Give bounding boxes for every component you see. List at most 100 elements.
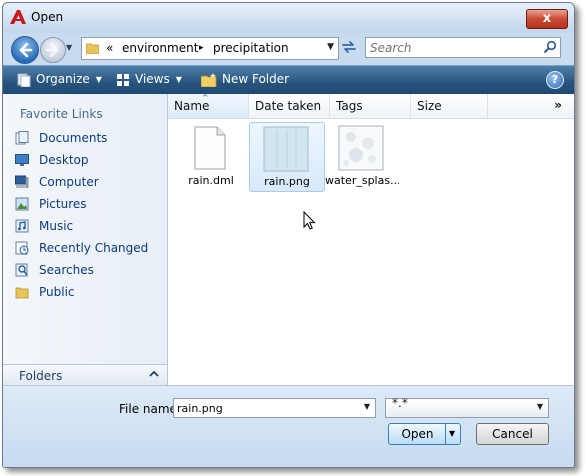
documents-icon <box>15 131 29 145</box>
file-name-combobox[interactable]: ▼ <box>173 398 376 418</box>
sidebar-item-searches[interactable]: Searches <box>15 261 165 281</box>
column-date-taken-label: Date taken <box>255 99 322 113</box>
navigation-pane: Favorite Links Documents Desktop Compute… <box>3 94 168 385</box>
close-icon: x <box>542 11 552 26</box>
file-type-dropdown-icon[interactable]: ▼ <box>537 402 543 411</box>
sidebar-item-music[interactable]: Music <box>15 217 165 237</box>
file-list-pane: Name ^ Date taken Tags Size » rain.dml r… <box>168 93 574 385</box>
sidebar-item-recently-changed[interactable]: Recently Changed <box>15 239 165 259</box>
close-button[interactable]: x <box>526 9 568 29</box>
forward-arrow-icon <box>45 42 59 58</box>
organize-button[interactable]: Organize ▼ <box>17 72 102 87</box>
file-name-label: File name: <box>119 402 181 416</box>
generic-document-icon <box>194 126 226 170</box>
column-header-row: Name ^ Date taken Tags Size » <box>168 93 574 119</box>
column-header-tags[interactable]: Tags <box>330 94 411 118</box>
open-options-dropdown[interactable]: ▼ <box>445 424 460 444</box>
dialog-footer: File name: ▼ *.* ▼ Open ▼ Cancel <box>3 385 574 467</box>
folder-icon <box>86 43 99 54</box>
sidebar-item-pictures[interactable]: Pictures <box>15 195 165 215</box>
file-name-input[interactable] <box>177 401 347 415</box>
file-item-water-splash[interactable]: water_splas... <box>325 122 399 190</box>
organize-icon <box>17 73 31 87</box>
breadcrumb-overflow[interactable]: « <box>106 41 113 55</box>
views-dropdown-icon: ▼ <box>175 75 182 84</box>
searches-icon <box>15 263 28 277</box>
new-folder-icon <box>201 72 217 87</box>
sidebar-item-desktop[interactable]: Desktop <box>15 151 165 171</box>
search-icon[interactable] <box>543 40 557 54</box>
chevron-up-icon[interactable] <box>149 369 159 379</box>
address-dropdown-icon[interactable]: ▼ <box>327 42 334 52</box>
favorite-links-title: Favorite Links <box>20 107 103 121</box>
desktop-icon <box>15 154 29 166</box>
organize-label: Organize <box>36 72 90 86</box>
column-tags-label: Tags <box>336 99 363 113</box>
sidebar-item-label: Documents <box>39 131 108 145</box>
sidebar-item-documents[interactable]: Documents <box>15 129 165 149</box>
new-folder-button[interactable]: New Folder <box>201 72 289 87</box>
sidebar-item-label: Desktop <box>39 153 89 167</box>
search-box[interactable] <box>365 37 561 58</box>
public-folder-icon <box>15 287 29 299</box>
help-icon[interactable]: ? <box>546 71 564 89</box>
file-label: rain.dml <box>188 174 234 187</box>
title-bar[interactable]: Open x <box>3 3 574 33</box>
image-thumbnail <box>263 126 309 172</box>
file-item-rain-dml[interactable]: rain.dml <box>174 122 248 190</box>
image-thumbnail <box>338 125 384 171</box>
folders-toggle-bar[interactable]: Folders <box>3 364 167 387</box>
column-header-size[interactable]: Size <box>411 94 488 118</box>
sidebar-item-computer[interactable]: Computer <box>15 173 165 193</box>
sidebar-item-label: Public <box>39 285 75 299</box>
sidebar-item-public[interactable]: Public <box>15 283 165 303</box>
back-button[interactable] <box>11 36 39 64</box>
computer-icon <box>15 175 29 188</box>
file-name-dropdown-icon[interactable]: ▼ <box>364 402 370 411</box>
folders-label: Folders <box>19 369 63 383</box>
new-folder-label: New Folder <box>222 72 290 86</box>
autocad-app-icon <box>10 10 26 24</box>
breadcrumb-environment[interactable]: environment <box>122 41 198 55</box>
recent-pages-dropdown-icon[interactable]: ▼ <box>66 43 72 52</box>
file-label: rain.png <box>264 175 310 188</box>
file-type-select[interactable]: *.* ▼ <box>385 396 549 418</box>
open-dialog: Open x ▼ « environment ▸ precipitation ▼ <box>2 2 575 468</box>
navigation-row: ▼ « environment ▸ precipitation ▼ <box>3 33 574 64</box>
open-label: Open <box>401 427 434 441</box>
more-columns-icon[interactable]: » <box>554 98 562 112</box>
mouse-cursor-icon <box>303 211 316 230</box>
chevron-down-icon: ▼ <box>449 429 456 438</box>
sidebar-item-label: Music <box>39 219 74 233</box>
file-label: water_splas... <box>325 174 399 187</box>
music-icon <box>15 219 29 233</box>
forward-button[interactable] <box>40 37 66 63</box>
recently-changed-icon <box>15 241 29 255</box>
window-title: Open <box>31 10 64 24</box>
command-toolbar: Organize ▼ Views ▼ New Folder ? <box>3 65 574 94</box>
cancel-label: Cancel <box>492 427 533 441</box>
column-size-label: Size <box>417 99 442 113</box>
column-header-name[interactable]: Name ^ <box>168 93 249 118</box>
file-type-value: *.* <box>392 396 408 410</box>
back-arrow-icon <box>19 42 33 58</box>
sidebar-item-label: Recently Changed <box>39 241 149 255</box>
sidebar-item-label: Searches <box>39 263 94 277</box>
file-item-rain-png[interactable]: rain.png <box>249 122 325 192</box>
views-label: Views <box>135 72 170 86</box>
cancel-button[interactable]: Cancel <box>476 423 549 445</box>
pictures-icon <box>15 197 29 211</box>
search-input[interactable] <box>370 40 535 55</box>
sidebar-item-label: Pictures <box>39 197 87 211</box>
organize-dropdown-icon: ▼ <box>95 75 102 84</box>
column-header-date-taken[interactable]: Date taken <box>249 94 330 118</box>
open-button[interactable]: Open ▼ <box>388 423 461 445</box>
sort-ascending-icon: ^ <box>202 93 209 102</box>
breadcrumb-separator-icon[interactable]: ▸ <box>199 43 204 53</box>
address-bar[interactable]: « environment ▸ precipitation ▼ <box>81 37 339 60</box>
breadcrumb-precipitation[interactable]: precipitation <box>213 41 289 55</box>
views-icon <box>117 73 129 86</box>
sidebar-item-label: Computer <box>39 175 99 189</box>
refresh-icon[interactable] <box>341 39 357 55</box>
views-button[interactable]: Views ▼ <box>116 72 182 87</box>
